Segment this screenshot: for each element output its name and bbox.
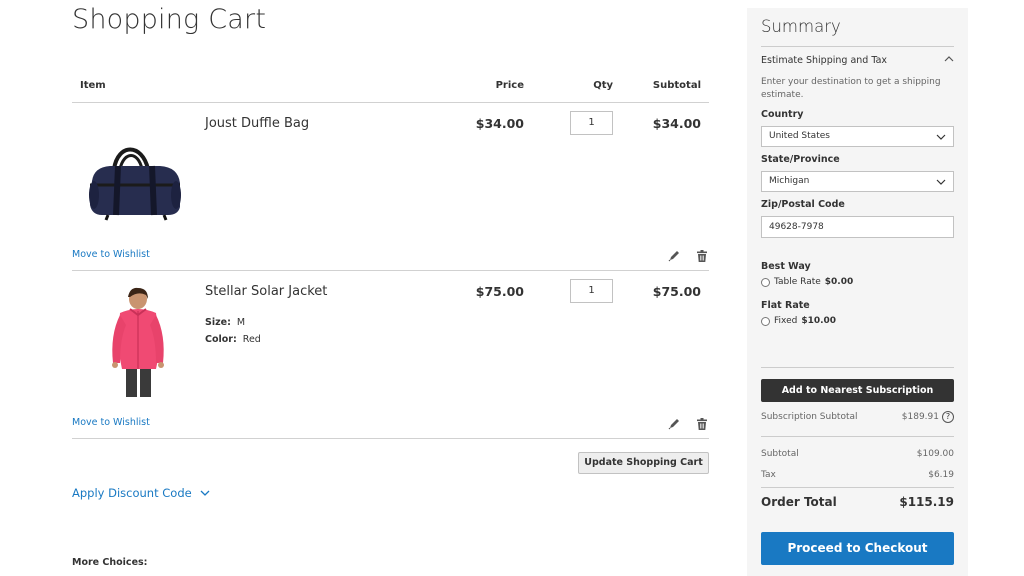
option-label: Color: bbox=[205, 334, 237, 345]
move-to-wishlist-link[interactable]: Move to Wishlist bbox=[72, 249, 150, 260]
country-value: United States bbox=[769, 131, 830, 141]
order-total-label: Order Total bbox=[761, 495, 837, 509]
radio-button[interactable] bbox=[761, 316, 770, 326]
product-subtotal: $75.00 bbox=[652, 284, 701, 299]
move-to-wishlist-link[interactable]: Move to Wishlist bbox=[72, 417, 150, 428]
subtotal-label: Subtotal bbox=[761, 449, 799, 459]
tax-row: Tax $6.19 bbox=[761, 470, 954, 480]
product-price: $34.00 bbox=[475, 116, 524, 131]
trash-icon[interactable] bbox=[695, 248, 709, 262]
qty-input[interactable]: 1 bbox=[570, 111, 613, 135]
cart-table-header: Item Price Qty Subtotal bbox=[72, 72, 709, 103]
header-price: Price bbox=[495, 80, 524, 91]
header-qty: Qty bbox=[593, 80, 613, 91]
apply-discount-code-label: Apply Discount Code bbox=[72, 486, 192, 500]
subscription-subtotal-row: Subscription Subtotal $189.91? bbox=[761, 411, 954, 423]
zip-label: Zip/Postal Code bbox=[761, 199, 845, 210]
shipping-method-title: Best Way bbox=[761, 261, 811, 272]
product-name[interactable]: Joust Duffle Bag bbox=[205, 116, 309, 131]
radio-button[interactable] bbox=[761, 277, 770, 287]
option-label: Size: bbox=[205, 317, 231, 328]
country-select[interactable]: United States bbox=[761, 126, 954, 147]
header-item: Item bbox=[80, 80, 106, 91]
order-total-row: Order Total $115.19 bbox=[761, 495, 954, 509]
product-price: $75.00 bbox=[475, 284, 524, 299]
country-label: Country bbox=[761, 109, 804, 120]
edit-pencil-icon[interactable] bbox=[667, 248, 681, 262]
cart-item-row: Joust Duffle Bag $34.00 1 $34.00 Move to… bbox=[72, 103, 709, 271]
cart-table: Item Price Qty Subtotal Joust Duffle Bag… bbox=[72, 72, 709, 439]
summary-divider bbox=[761, 367, 954, 368]
shipping-option-label: Table Rate bbox=[774, 277, 821, 287]
shipping-option-amount: $0.00 bbox=[824, 277, 854, 287]
tax-value: $6.19 bbox=[928, 470, 954, 480]
estimate-shipping-title: Estimate Shipping and Tax bbox=[761, 55, 888, 66]
qty-input[interactable]: 1 bbox=[570, 279, 613, 303]
chevron-down-icon bbox=[936, 172, 946, 199]
help-icon[interactable]: ? bbox=[942, 411, 954, 423]
summary-title: Summary bbox=[761, 17, 841, 36]
shipping-option-amount: $10.00 bbox=[801, 316, 837, 326]
jacket-product-image[interactable] bbox=[80, 285, 190, 397]
estimate-description: Enter your destination to get a shipping… bbox=[761, 77, 941, 100]
cart-item-row: Stellar Solar Jacket $75.00 1 $75.00 Siz… bbox=[72, 271, 709, 439]
order-summary: Summary Estimate Shipping and Tax Enter … bbox=[747, 8, 968, 576]
edit-pencil-icon[interactable] bbox=[667, 416, 681, 430]
page-title: Shopping Cart bbox=[72, 4, 267, 35]
summary-divider bbox=[761, 436, 954, 437]
trash-icon[interactable] bbox=[695, 416, 709, 430]
apply-discount-code-toggle[interactable]: Apply Discount Code bbox=[72, 486, 210, 500]
header-subtotal: Subtotal bbox=[652, 80, 701, 91]
update-shopping-cart-button[interactable]: Update Shopping Cart bbox=[578, 452, 709, 474]
chevron-up-icon bbox=[944, 55, 954, 66]
chevron-down-icon bbox=[936, 127, 946, 154]
product-subtotal: $34.00 bbox=[652, 116, 701, 131]
summary-divider bbox=[761, 487, 954, 488]
subscription-subtotal-label: Subscription Subtotal bbox=[761, 412, 858, 422]
subtotal-value: $109.00 bbox=[916, 449, 954, 459]
subscription-subtotal-value: $189.91 bbox=[901, 412, 939, 422]
state-label: State/Province bbox=[761, 154, 840, 165]
order-total-value: $115.19 bbox=[899, 495, 954, 509]
item-actions bbox=[667, 416, 709, 430]
proceed-to-checkout-button[interactable]: Proceed to Checkout bbox=[761, 532, 954, 565]
subscription-subtotal-value-wrap: $189.91? bbox=[902, 411, 954, 423]
option-value: M bbox=[236, 317, 246, 328]
state-value: Michigan bbox=[769, 176, 810, 186]
zip-input[interactable]: 49628-7978 bbox=[761, 216, 954, 238]
shipping-option-label: Fixed bbox=[774, 316, 798, 326]
tax-label: Tax bbox=[761, 470, 776, 480]
shipping-method-title: Flat Rate bbox=[761, 300, 810, 311]
item-actions bbox=[667, 248, 709, 262]
subtotal-row: Subtotal $109.00 bbox=[761, 449, 954, 459]
shipping-option-table-rate[interactable]: Table Rate $0.00 bbox=[761, 277, 853, 287]
state-select[interactable]: Michigan bbox=[761, 171, 954, 192]
estimate-shipping-toggle[interactable]: Estimate Shipping and Tax bbox=[761, 46, 954, 66]
bag-product-image[interactable] bbox=[80, 123, 190, 233]
option-value: Red bbox=[242, 334, 261, 345]
shipping-option-fixed[interactable]: Fixed $10.00 bbox=[761, 316, 836, 326]
product-options: Size: M Color: Red bbox=[205, 314, 261, 348]
product-name[interactable]: Stellar Solar Jacket bbox=[205, 284, 327, 299]
add-to-nearest-subscription-button[interactable]: Add to Nearest Subscription bbox=[761, 379, 954, 402]
chevron-down-icon bbox=[200, 486, 210, 500]
more-choices-heading: More Choices: bbox=[72, 557, 148, 568]
